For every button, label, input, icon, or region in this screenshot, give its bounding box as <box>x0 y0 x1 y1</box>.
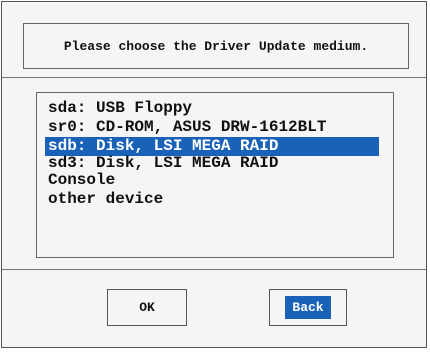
bottom-divider <box>2 269 426 270</box>
device-list[interactable]: sda: USB Floppy sr0: CD-ROM, ASUS DRW-16… <box>36 92 394 258</box>
ok-button[interactable]: OK <box>107 289 187 326</box>
prompt-text: Please choose the Driver Update medium. <box>63 38 369 54</box>
back-button-label: Back <box>285 296 331 319</box>
top-divider <box>2 77 426 78</box>
driver-update-dialog: Please choose the Driver Update medium. … <box>1 1 427 348</box>
list-item-other-device[interactable]: other device <box>37 190 393 209</box>
list-item-console[interactable]: Console <box>37 171 393 190</box>
list-item-sda[interactable]: sda: USB Floppy <box>37 99 393 118</box>
back-button[interactable]: Back <box>269 289 347 326</box>
ok-button-label: OK <box>139 300 155 315</box>
list-item-sd3[interactable]: sd3: Disk, LSI MEGA RAID <box>37 155 393 171</box>
prompt-box: Please choose the Driver Update medium. <box>23 23 409 69</box>
list-item-sr0[interactable]: sr0: CD-ROM, ASUS DRW-1612BLT <box>37 118 393 137</box>
